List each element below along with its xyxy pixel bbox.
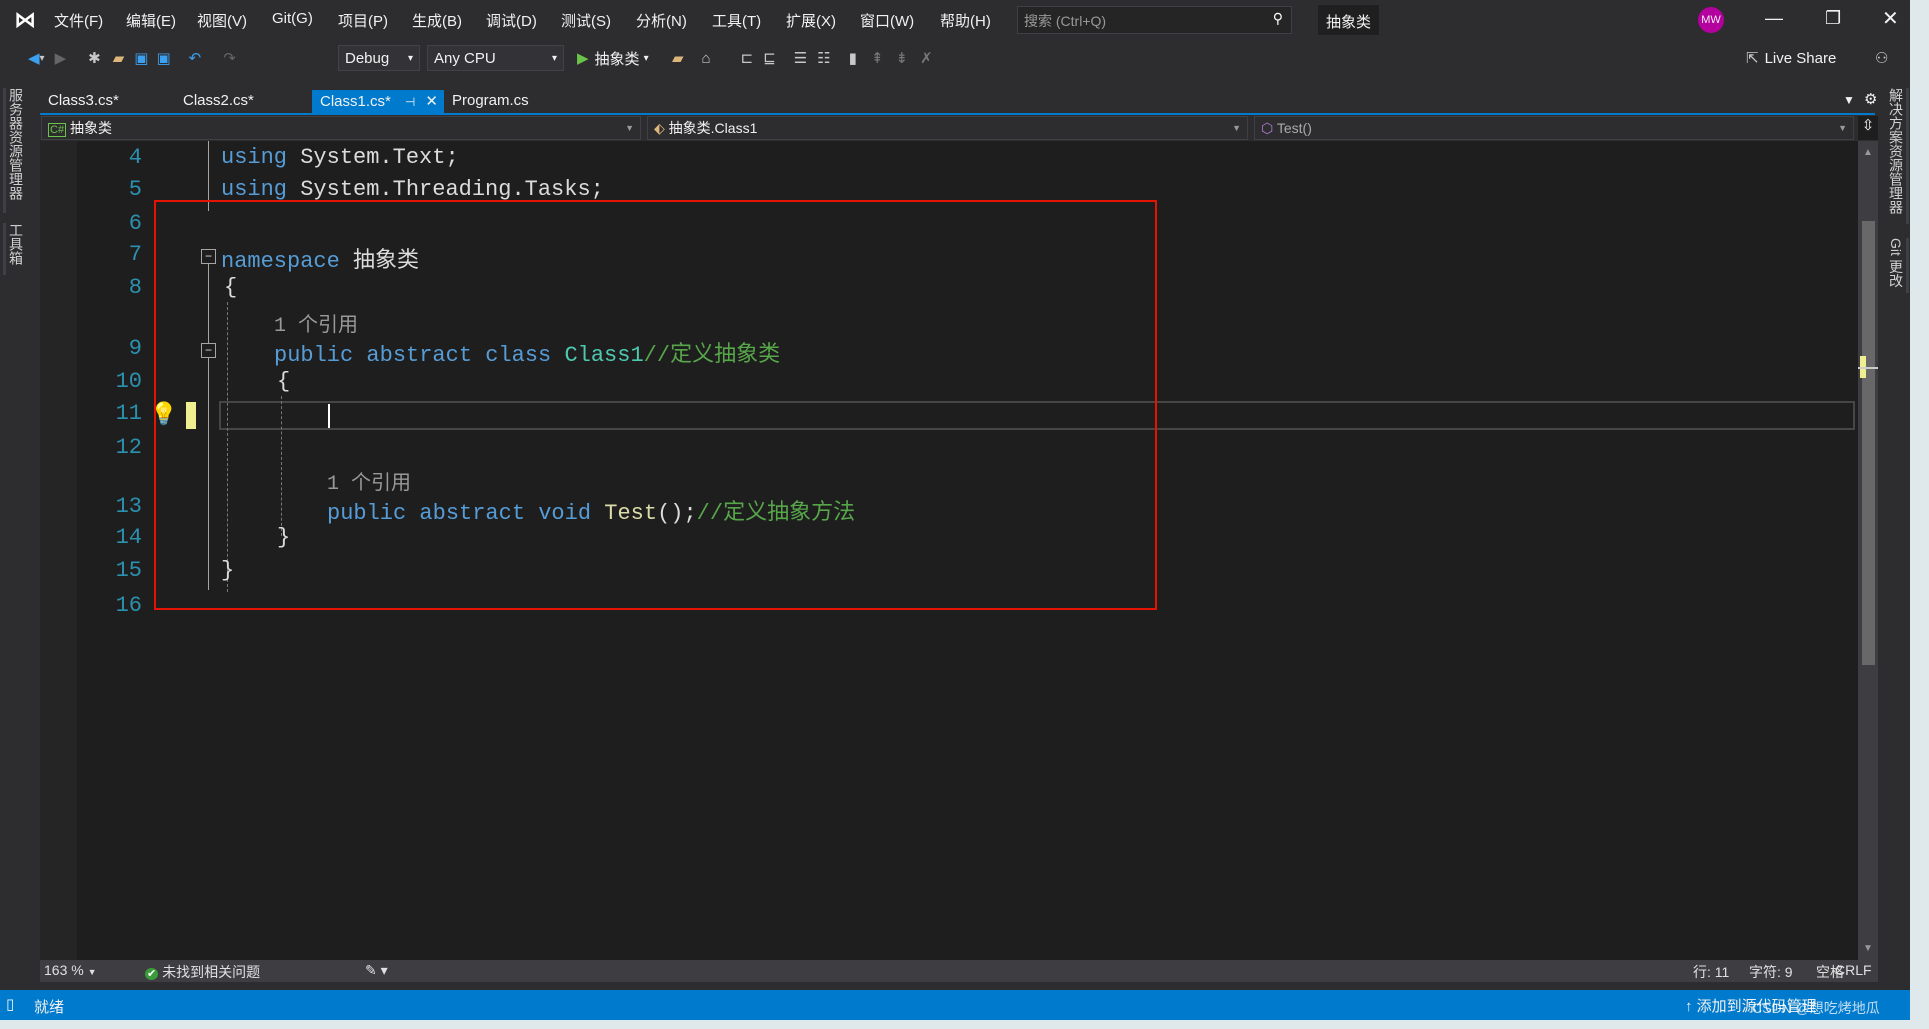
code-line-4: using System.Text; <box>221 145 459 170</box>
status-bar: ▯ 就绪 ↑ 添加到源代码管理 CSDN @想吃烤地瓜 <box>0 990 1910 1020</box>
new-project-icon[interactable]: ✱ <box>88 49 101 67</box>
menu-git[interactable]: Git(G) <box>272 10 313 27</box>
csharp-icon: C# <box>48 123 67 137</box>
feedback-icon[interactable]: ⚇ <box>1875 45 1888 71</box>
scroll-thumb[interactable] <box>1862 221 1875 665</box>
step-icon[interactable]: ⊏ <box>741 49 754 67</box>
tab-class1[interactable]: Class1.cs* ⊣ ✕ <box>312 90 444 113</box>
solution-name: 抽象类 <box>1318 5 1380 35</box>
method-icon: ⬡ <box>1261 119 1274 136</box>
watermark: CSDN @想吃烤地瓜 <box>1752 1000 1880 1016</box>
play-icon: ▶ <box>577 50 589 67</box>
project-dropdown[interactable]: C# 抽象类 ▼ <box>41 116 641 140</box>
share-icon: ⇱ <box>1746 50 1759 67</box>
undo-icon[interactable]: ↶ <box>189 49 202 67</box>
tab-program[interactable]: Program.cs <box>444 90 537 113</box>
code-cleanup-icon[interactable]: ✎ ▾ <box>365 962 388 979</box>
find-in-files-icon[interactable]: ▰ <box>672 49 684 67</box>
up-arrow-icon: ↑ <box>1685 998 1693 1015</box>
toolbar-misc: ▰ ⌂ ⊏ ⊑ ☰ ☷ ▮ ⇞ ⇟ ✗ <box>672 45 933 71</box>
open-icon[interactable]: ▰ <box>113 49 125 67</box>
zoom-select[interactable]: 163 % ▼ <box>44 962 97 978</box>
minimize-button[interactable]: — <box>1765 8 1783 29</box>
close-button[interactable]: ✕ <box>1882 6 1899 31</box>
home-icon[interactable]: ⌂ <box>702 50 711 67</box>
platform-select[interactable]: Any CPU ▾ <box>427 45 564 71</box>
settings-icon[interactable]: ⚙ <box>1864 90 1877 108</box>
back-icon[interactable]: ◀ <box>28 49 40 67</box>
class-icon: ⬖ <box>654 120 665 136</box>
forward-icon[interactable]: ▶ <box>55 49 67 67</box>
bookmark-icon[interactable]: ▮ <box>849 49 857 67</box>
menu-edit[interactable]: 编辑(E) <box>126 10 176 31</box>
restore-button[interactable]: ❐ <box>1825 8 1841 29</box>
scroll-down-icon[interactable]: ▼ <box>1863 943 1873 954</box>
git-changes-tab[interactable]: Git 更改 <box>1886 238 1909 293</box>
comment-icon[interactable]: ☰ <box>794 49 807 67</box>
pin-icon[interactable]: ⊣ <box>405 95 415 109</box>
eol-indicator[interactable]: CRLF <box>1835 962 1872 978</box>
uncomment-icon[interactable]: ☷ <box>817 49 830 67</box>
vertical-scrollbar[interactable]: ▲ ▼ <box>1858 141 1878 961</box>
caret-marker <box>1858 367 1878 369</box>
toolbox-tab[interactable]: 工具箱 <box>3 223 26 275</box>
live-share-button[interactable]: ⇱ Live Share <box>1746 45 1836 71</box>
menu-help[interactable]: 帮助(H) <box>940 10 991 31</box>
issues-indicator[interactable]: ✔ 未找到相关问题 <box>145 962 260 982</box>
clear-bookmarks-icon[interactable]: ✗ <box>920 49 933 67</box>
layout-icon[interactable]: ⊑ <box>763 49 776 67</box>
search-box[interactable]: 搜索 (Ctrl+Q) ⚲ <box>1017 6 1292 34</box>
menu-window[interactable]: 窗口(W) <box>860 10 914 31</box>
redo-icon[interactable]: ↷ <box>223 49 236 67</box>
tab-overflow-icon[interactable]: ▼ <box>1843 93 1855 107</box>
avatar[interactable]: MW <box>1698 7 1724 33</box>
vs-window: ⋈ 文件(F) 编辑(E) 视图(V) Git(G) 项目(P) 生成(B) 调… <box>0 0 1910 1020</box>
menu-file[interactable]: 文件(F) <box>54 10 103 31</box>
start-debug-button[interactable]: ▶ 抽象类 ▾ <box>577 45 649 71</box>
highlight-box <box>154 200 1157 610</box>
member-dropdown[interactable]: ⬡ Test() ▼ <box>1254 116 1854 140</box>
tab-underline <box>40 113 1875 115</box>
save-all-icon[interactable]: ▣ <box>156 49 170 67</box>
close-tab-icon[interactable]: ✕ <box>425 93 438 110</box>
configuration-select[interactable]: Debug ▾ <box>338 45 420 71</box>
prev-bookmark-icon[interactable]: ⇞ <box>871 49 884 67</box>
menu-project[interactable]: 项目(P) <box>338 10 388 31</box>
menu-analyze[interactable]: 分析(N) <box>636 10 687 31</box>
menu-view[interactable]: 视图(V) <box>197 10 247 31</box>
check-icon: ✔ <box>145 968 159 980</box>
type-dropdown[interactable]: ⬖ 抽象类.Class1 ▼ <box>647 116 1248 140</box>
server-explorer-tab[interactable]: 服务器资源管理器 <box>3 88 26 213</box>
vs-logo-icon: ⋈ <box>14 7 36 32</box>
status-ready: 就绪 <box>34 999 65 1016</box>
menu-build[interactable]: 生成(B) <box>412 10 462 31</box>
search-input[interactable]: 搜索 (Ctrl+Q) <box>1024 13 1106 29</box>
next-bookmark-icon[interactable]: ⇟ <box>896 49 909 67</box>
menu-test[interactable]: 测试(S) <box>561 10 611 31</box>
menu-extensions[interactable]: 扩展(X) <box>786 10 836 31</box>
column-indicator[interactable]: 字符: 9 <box>1749 962 1793 982</box>
scroll-up-icon[interactable]: ▲ <box>1863 147 1873 158</box>
toolbar-nav: ◀ ▾ ▶ ✱ ▰ ▣ ▣ ↶ ↷ <box>28 49 236 67</box>
code-line-5: using System.Threading.Tasks; <box>221 177 604 202</box>
output-icon: ▯ <box>6 996 15 1013</box>
tab-class3[interactable]: Class3.cs* <box>40 90 127 113</box>
menu-tools[interactable]: 工具(T) <box>712 10 761 31</box>
solution-explorer-tab[interactable]: 解决方案资源管理器 <box>1886 88 1909 224</box>
menu-debug[interactable]: 调试(D) <box>486 10 537 31</box>
search-icon[interactable]: ⚲ <box>1273 10 1283 27</box>
split-editor-icon[interactable]: ⇳ <box>1858 116 1878 140</box>
editor-statusbar <box>40 960 1878 982</box>
tab-class2[interactable]: Class2.cs* <box>175 90 262 113</box>
save-icon[interactable]: ▣ <box>134 49 148 67</box>
line-indicator[interactable]: 行: 11 <box>1693 962 1729 982</box>
